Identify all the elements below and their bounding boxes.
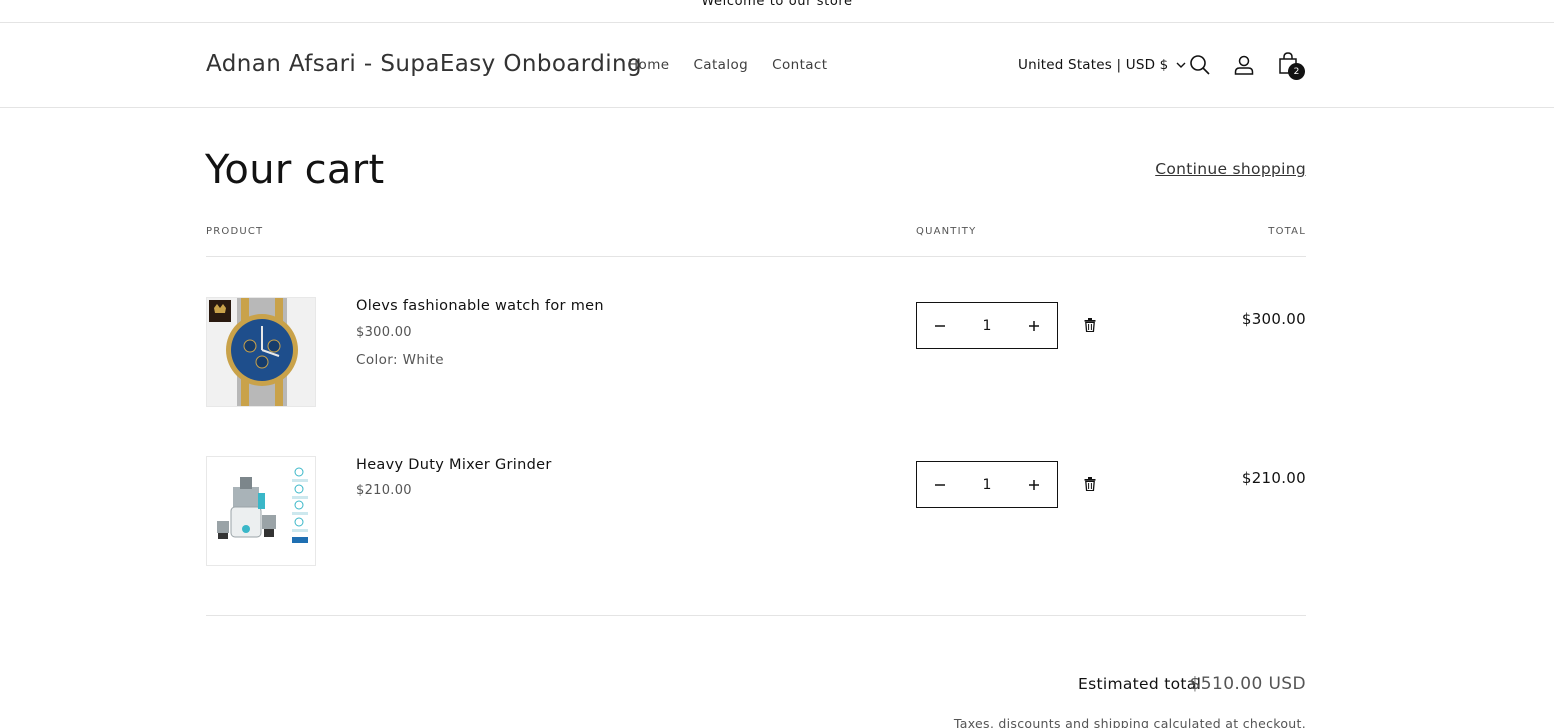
- plus-icon: [1029, 479, 1039, 490]
- increase-quantity-button[interactable]: [1011, 303, 1057, 348]
- column-header-total: TOTAL: [1268, 226, 1306, 237]
- search-button[interactable]: [1188, 53, 1212, 77]
- continue-shopping-link[interactable]: Continue shopping: [1155, 160, 1306, 178]
- minus-icon: [935, 483, 945, 486]
- site-header: Adnan Afsari - SupaEasy Onboarding Home …: [0, 23, 1554, 108]
- announcement-text: Welcome to our store: [701, 0, 853, 9]
- product-image-mixer[interactable]: [206, 456, 316, 566]
- chevron-down-icon: [1176, 62, 1186, 68]
- announcement-bar: Welcome to our store: [0, 0, 1554, 23]
- quantity-stepper: [916, 302, 1058, 349]
- increase-quantity-button[interactable]: [1011, 462, 1057, 507]
- main-nav: Home Catalog Contact: [628, 57, 827, 73]
- account-icon: [1234, 55, 1254, 75]
- country-label: United States | USD $: [1018, 57, 1169, 73]
- product-option: Color: White: [356, 352, 444, 368]
- nav-contact[interactable]: Contact: [772, 57, 827, 73]
- quantity-input[interactable]: [964, 317, 1010, 334]
- decrease-quantity-button[interactable]: [917, 462, 963, 507]
- product-image-watch[interactable]: [206, 297, 316, 407]
- remove-item-button[interactable]: [1080, 315, 1100, 335]
- country-selector[interactable]: United States | USD $: [1018, 57, 1186, 73]
- store-logo[interactable]: Adnan Afsari - SupaEasy Onboarding: [206, 51, 642, 77]
- nav-home[interactable]: Home: [628, 57, 669, 73]
- table-divider: [206, 256, 1306, 257]
- line-total: $300.00: [1241, 310, 1306, 328]
- column-header-quantity: QUANTITY: [916, 226, 977, 237]
- taxes-note: Taxes, discounts and shipping calculated…: [953, 716, 1306, 728]
- nav-catalog[interactable]: Catalog: [693, 57, 748, 73]
- decrease-quantity-button[interactable]: [917, 303, 963, 348]
- minus-icon: [935, 324, 945, 327]
- account-button[interactable]: [1232, 53, 1256, 77]
- page-title: Your cart: [205, 147, 385, 193]
- product-name-link[interactable]: Olevs fashionable watch for men: [356, 298, 604, 314]
- plus-icon: [1029, 320, 1039, 331]
- quantity-stepper: [916, 461, 1058, 508]
- trash-icon: [1084, 318, 1096, 332]
- product-price: $210.00: [356, 483, 412, 498]
- estimated-total-value: $510.00 USD: [1189, 674, 1306, 694]
- quantity-input[interactable]: [964, 476, 1010, 493]
- search-icon: [1190, 55, 1210, 75]
- items-divider: [206, 615, 1306, 616]
- trash-icon: [1084, 477, 1096, 491]
- product-name-link[interactable]: Heavy Duty Mixer Grinder: [356, 457, 552, 473]
- line-total: $210.00: [1241, 469, 1306, 487]
- column-header-product: PRODUCT: [206, 226, 264, 237]
- estimated-total-label: Estimated total: [1078, 675, 1202, 693]
- cart-count-badge: 2: [1288, 63, 1305, 80]
- remove-item-button[interactable]: [1080, 474, 1100, 494]
- product-price: $300.00: [356, 325, 412, 340]
